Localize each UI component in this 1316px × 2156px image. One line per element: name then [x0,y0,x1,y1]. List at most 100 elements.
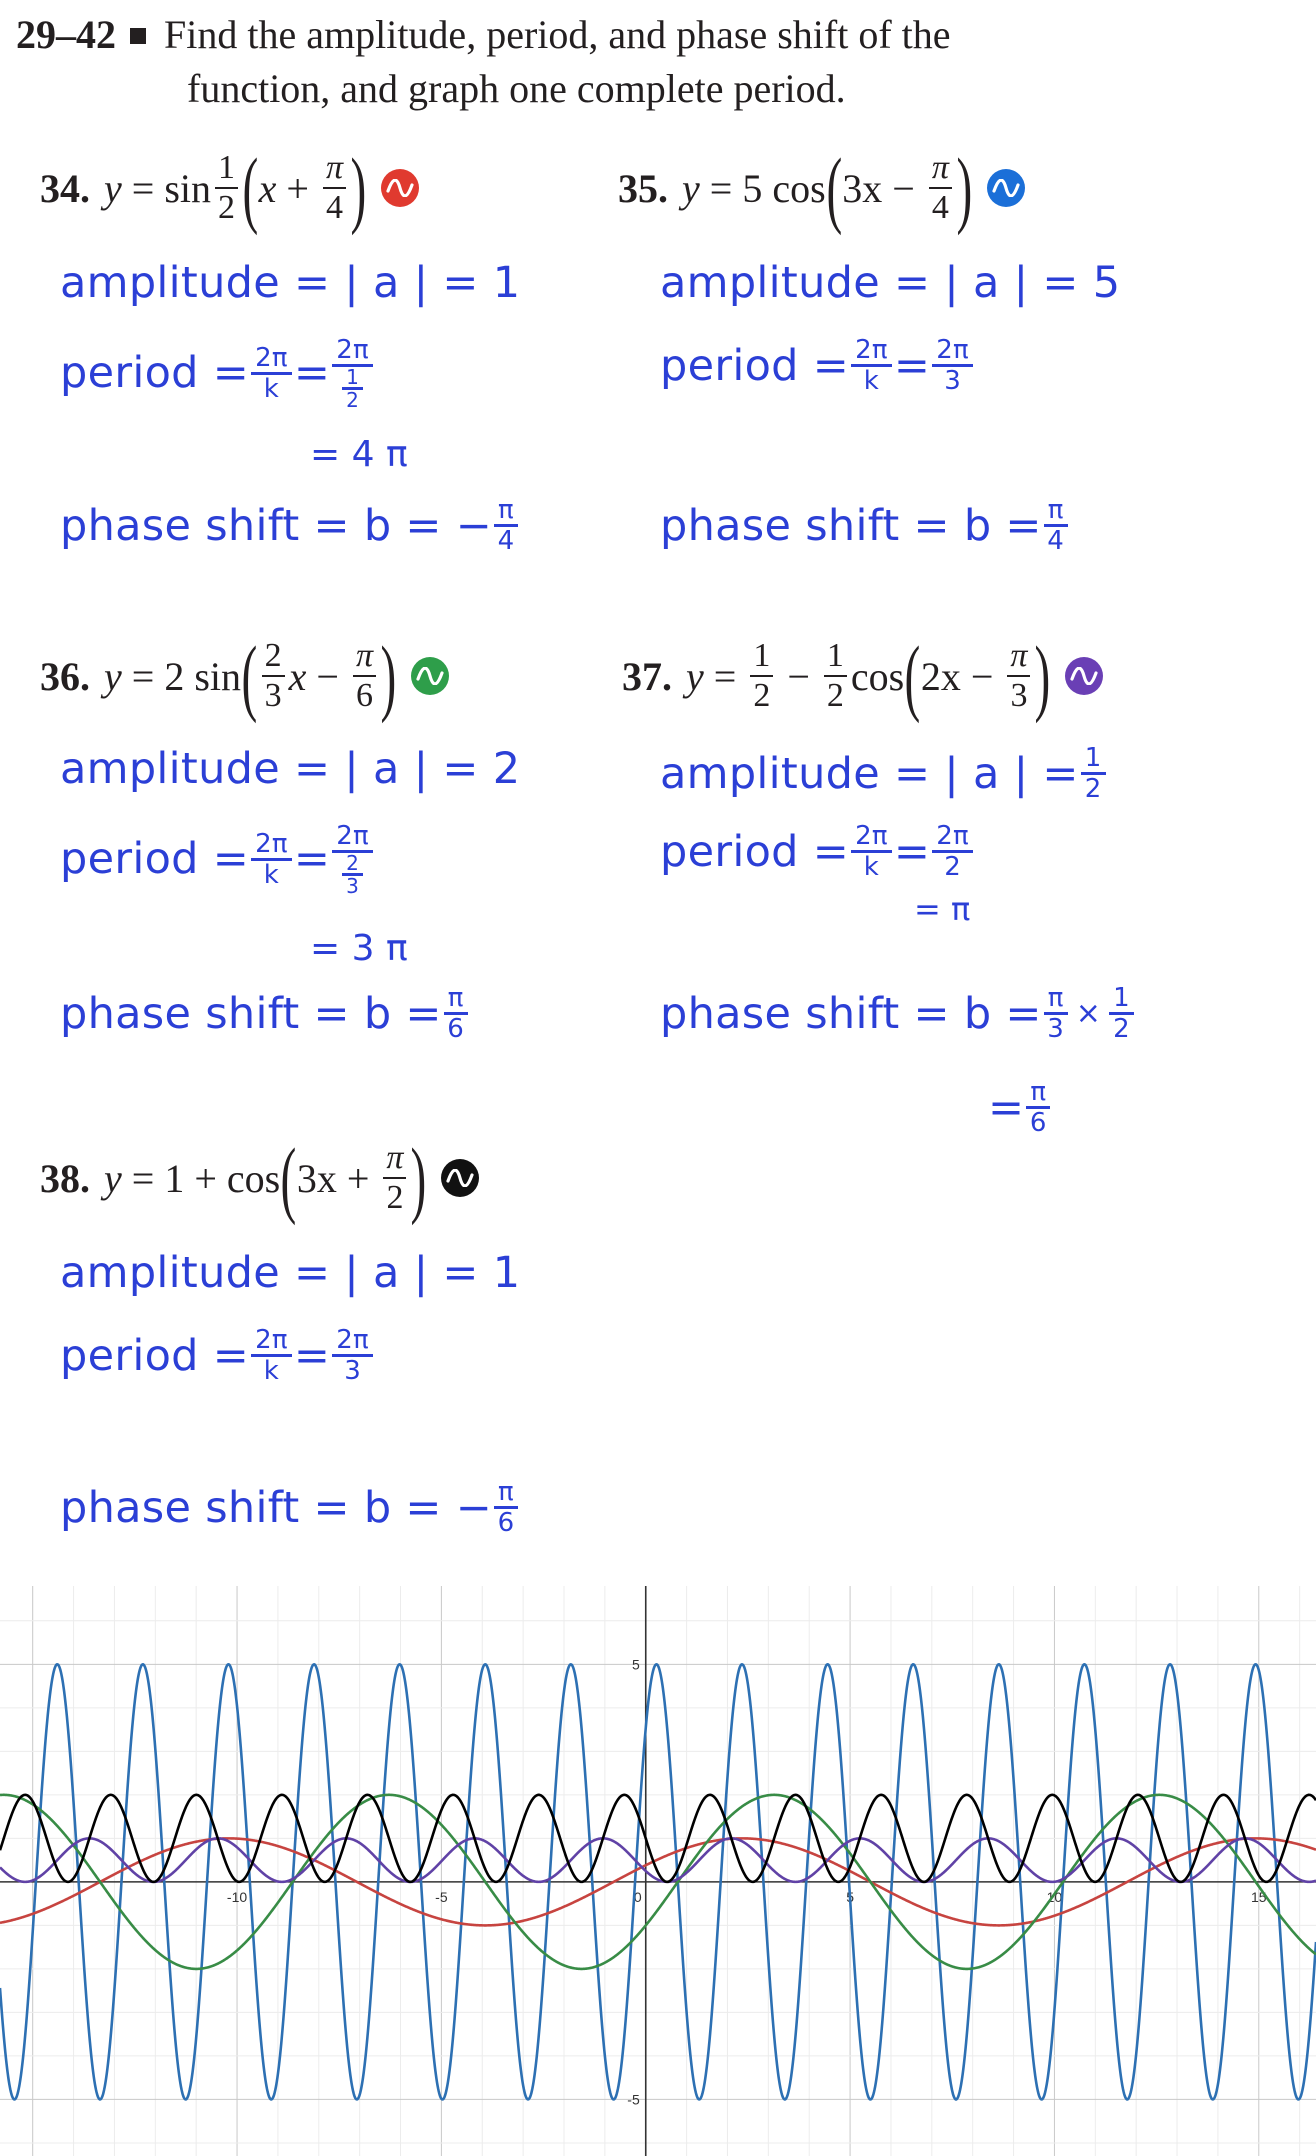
right-paren: ) [350,140,367,236]
fraction: 2π k [851,822,892,881]
fraction: 2π 2 [932,822,974,881]
graph-wave-icon[interactable] [986,169,1025,207]
operator: + [286,165,309,211]
period-line-35: period = 2π k = 2π 3 [660,336,975,395]
period-result-34: = 4 π [310,434,408,475]
square-bullet-icon [130,27,146,44]
period-label: period = [660,826,850,877]
coefficient: 2 [164,653,185,699]
fraction: π4 [494,496,519,555]
fraction: 2π k [251,1326,292,1385]
denominator: k [263,373,280,404]
denominator: 6 [497,1508,515,1538]
amplitude-label: amplitude = | a | = [60,744,479,794]
amplitude-value: 2 [492,744,521,794]
graph-wave-icon[interactable] [380,169,419,207]
denominator: 3 [346,874,360,898]
denominator: 6 [1029,1108,1047,1138]
fraction: 2π 3 [332,1326,374,1386]
amplitude-line-35: amplitude = | a | = 5 [660,258,1120,308]
fraction: 12 [1080,744,1106,803]
inner-term: 3x [296,1155,337,1201]
problem-35: 35. y = 5 cos ( 3x − π4 ) [618,138,1025,238]
numerator: 1 [215,149,239,189]
numerator: 2π [251,1326,292,1357]
phase-label: phase shift = b = [60,988,442,1039]
phase-label: phase shift = b = [660,988,1042,1039]
fraction: 2π k [851,336,892,395]
equals: = [293,834,331,884]
amplitude-label: amplitude = | a | = [60,1248,479,1298]
denominator: 2 [218,189,236,226]
function-graph[interactable]: -10 -5 0 5 10 155-5 [0,1586,1316,2156]
numerator: π [1043,984,1068,1015]
denominator: 3 [344,1356,362,1386]
denominator: 2 [826,677,844,714]
fraction: π6 [352,637,377,715]
left-paren: ( [242,140,259,236]
numerator: 2 [342,853,364,876]
numerator: 2π [251,344,292,375]
phase-result-37: = π6 [988,1078,1052,1137]
amplitude-value: 1 [492,1248,521,1298]
fraction: π4 [1043,496,1068,555]
numerator: 1 [342,367,364,390]
amplitude-label: amplitude = | a | = [660,258,1079,308]
denominator: k [863,852,880,882]
equals: = [131,1155,155,1201]
right-paren: ) [410,1130,427,1226]
phase-label: phase shift = b = [660,500,1042,551]
problem-37: 37. y = 12 − 12 cos ( 2x − π3 ) [622,626,1104,726]
numerator: 2π [251,830,292,861]
amplitude-value: 5 [1092,258,1121,308]
constant: 1 [164,1155,185,1201]
problem-38: 38. y = 1 + cos ( 3x + π2 ) [40,1128,480,1228]
denominator: 3 [944,366,962,396]
denominator: 3 [1010,677,1028,714]
graph-wave-icon[interactable] [441,1159,480,1197]
phase-line-36: phase shift = b = π6 [60,984,470,1043]
var-y: y [682,165,700,211]
graph-wave-icon[interactable] [1065,657,1104,695]
numerator: 2π [332,1326,374,1357]
header-line-1: 29–42 Find the amplitude, period, and pha… [16,8,951,62]
fraction: 2π 3 [932,336,974,396]
operator: − [316,653,339,699]
denominator: k [263,859,280,890]
numerator: 2π [332,822,374,853]
numerator: π [1026,1078,1051,1109]
denominator: 2 [346,388,360,412]
denominator: 2 [386,1179,404,1216]
period-line-34: period = 2π k = 2π 1 2 [60,336,375,410]
graph-wave-icon[interactable] [410,657,449,695]
equals: = [131,653,155,699]
sign: − [455,500,493,551]
fraction: π3 [1007,637,1031,715]
numerator: 2π [932,336,974,367]
operator: + [194,1155,217,1201]
times: × [1075,996,1102,1031]
function-name: cos [226,1155,281,1201]
phase-label: phase shift = b = [60,1482,442,1533]
equals: = [131,165,155,211]
denominator: 3 [1047,1014,1065,1044]
numerator: 2π [332,336,374,367]
amplitude-line-37: amplitude = | a | = 12 [660,744,1108,803]
function-name: cos [850,653,905,699]
equals: = [988,1082,1025,1133]
period-result-37: = π [914,890,971,928]
problem-number: 34. [40,165,90,211]
period-line-37: period = 2π k = 2π 2 [660,822,975,881]
denominator: 2 [1113,1014,1130,1044]
fraction: π3 [1043,984,1068,1044]
period-label: period = [60,1330,250,1381]
function-name: sin [194,653,242,699]
numerator: π [494,496,519,527]
equals: = [293,1330,331,1381]
problem-number: 35. [618,165,668,211]
phase-line-35: phase shift = b = π4 [660,496,1070,555]
phase-line-38: phase shift = b = − π6 [60,1478,520,1537]
exercise-range: 29–42 [16,12,116,57]
problem-36: 36. y = 2 sin ( 23 x − π6 ) [40,626,449,726]
equals: = [893,826,931,877]
